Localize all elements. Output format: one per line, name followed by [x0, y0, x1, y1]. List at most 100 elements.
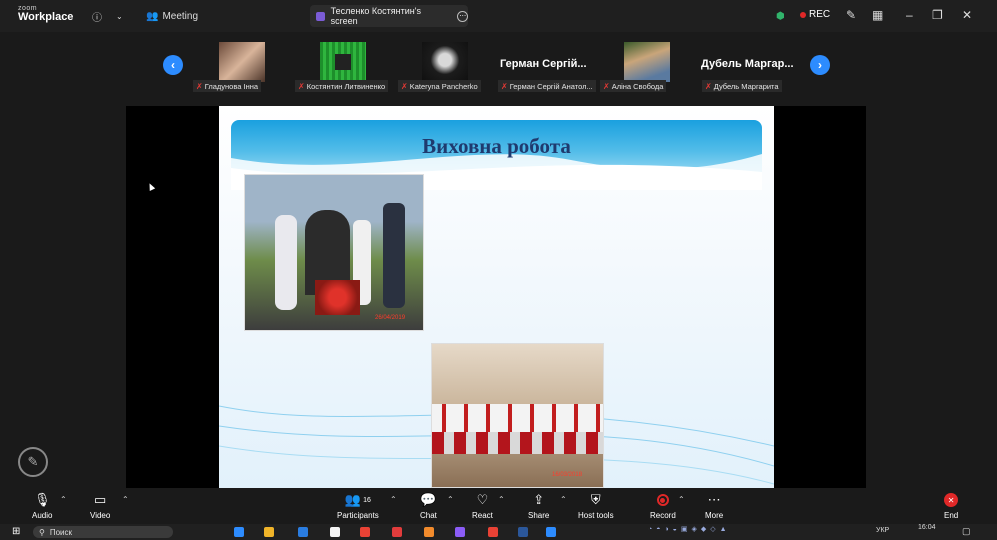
taskbar-app-icon[interactable]: [298, 527, 308, 537]
participant-video[interactable]: [219, 42, 265, 82]
chat-icon: 💬: [420, 492, 437, 507]
meeting-toolbar: 🎙 Audio ⌃ ▭ Video ⌃ 👥 16 Participants ⌃ 💬…: [0, 488, 997, 524]
slide-title: Виховна робота: [422, 134, 571, 158]
minimize-icon[interactable]: –: [906, 8, 913, 22]
chevron-up-icon[interactable]: ⌃: [390, 495, 397, 504]
os-taskbar: ⊞ ⚲ Поиск ◔◓◑◒▣◈◆◇▲ УКР 16:04 ▢: [0, 524, 997, 540]
video-button[interactable]: ▭ Video: [90, 492, 110, 520]
more-button[interactable]: ⋯ More: [705, 492, 723, 520]
mic-muted-icon: ✗: [298, 81, 305, 91]
participants-icon: 👥: [146, 10, 159, 22]
annotate-button[interactable]: ✎: [18, 447, 48, 477]
participant-name-tile[interactable]: Дубель Маргар...: [701, 58, 794, 70]
end-call-icon: ✕: [944, 492, 959, 508]
share-label: Share: [528, 511, 550, 520]
mic-muted-icon: ✗: [196, 81, 203, 91]
audio-label: Audio: [32, 511, 53, 520]
end-label: End: [944, 511, 959, 520]
mic-muted-icon: ✗: [705, 81, 712, 91]
memorial-photo: 26/04/2019: [244, 174, 424, 331]
host-tools-label: Host tools: [578, 511, 614, 520]
share-button[interactable]: ⇪ Share: [528, 492, 549, 520]
mic-muted-icon: 🎙: [33, 492, 51, 507]
search-icon: ⚲: [39, 527, 45, 537]
share-screen-icon: ⇪: [533, 492, 545, 507]
record-icon: [656, 492, 669, 508]
record-label: Record: [650, 511, 676, 520]
windows-start-icon[interactable]: ⊞: [12, 526, 20, 537]
photo-date-stamp: 16/03/2018: [552, 472, 583, 478]
participant-video[interactable]: [320, 42, 366, 82]
title-bar: zoom Workplace ⓘ ⌄ 👥 Meeting Тесленко Ко…: [0, 0, 997, 32]
taskbar-app-icon[interactable]: [518, 527, 528, 537]
system-tray-icons[interactable]: ◔◓◑◒▣◈◆◇▲: [648, 525, 731, 533]
previous-page-button[interactable]: ‹: [163, 55, 183, 75]
taskbar-app-icon[interactable]: [424, 527, 434, 537]
presentation-slide: Виховна робота 26/04/2019 16/03/2018: [219, 106, 774, 488]
heart-icon: ♡: [476, 492, 489, 507]
react-button[interactable]: ♡ React: [472, 492, 493, 520]
taskbar-app-icon[interactable]: [392, 527, 402, 537]
share-tab-icon: [316, 11, 325, 21]
host-tools-button[interactable]: ⛨ Host tools: [578, 492, 614, 520]
folder-icon[interactable]: [264, 527, 274, 537]
chevron-down-icon: ⌄: [116, 11, 123, 21]
chevron-up-icon[interactable]: ⌃: [498, 495, 505, 504]
taskbar-app-icon[interactable]: [234, 527, 244, 537]
taskbar-app-icon[interactable]: [360, 527, 370, 537]
screen-share-tab[interactable]: Тесленко Костянтин's screen ⋯: [310, 5, 469, 27]
record-dot-icon: [800, 11, 806, 18]
audio-button[interactable]: 🎙 Audio: [32, 492, 52, 520]
participants-count: 16: [363, 496, 371, 504]
shield-icon[interactable]: ⬢: [776, 8, 785, 24]
chevron-up-icon[interactable]: ⌃: [122, 495, 129, 504]
search-placeholder: Поиск: [49, 527, 73, 537]
taskbar-app-icon[interactable]: [330, 527, 340, 537]
video-label: Video: [90, 511, 111, 520]
participant-name: ✗ Костянтин Литвиненко: [295, 80, 389, 92]
chevron-right-icon: ›: [818, 58, 822, 72]
chat-button[interactable]: 💬 Chat: [420, 492, 437, 520]
participant-name: ✗ Аліна Свобода: [600, 80, 667, 92]
chevron-up-icon[interactable]: ⌃: [560, 495, 567, 504]
meeting-label: Meeting: [162, 10, 199, 22]
restore-icon[interactable]: ❐: [932, 8, 943, 22]
participant-name-tile[interactable]: Герман Сергій...: [500, 58, 587, 70]
clock[interactable]: 16:04: [918, 524, 936, 531]
record-button[interactable]: Record: [650, 492, 676, 520]
chevron-up-icon[interactable]: ⌃: [447, 495, 454, 504]
taskbar-app-icon[interactable]: [488, 527, 498, 537]
zoom-logo: zoom Workplace: [18, 5, 73, 23]
end-button[interactable]: ✕ End: [944, 492, 958, 520]
language-indicator[interactable]: УКР: [876, 527, 889, 534]
clapper-icon[interactable]: ▦: [872, 8, 883, 22]
zoom-taskbar-icon[interactable]: [546, 527, 556, 537]
close-icon[interactable]: ✕: [962, 8, 972, 22]
meeting-menu[interactable]: 👥 Meeting: [146, 8, 198, 24]
chevron-up-icon[interactable]: ⌃: [60, 495, 67, 504]
recording-indicator[interactable]: REC: [800, 9, 830, 20]
notification-icon[interactable]: ▢: [962, 526, 971, 537]
info-icon: ⓘ: [92, 12, 102, 24]
next-page-button[interactable]: ›: [810, 55, 830, 75]
dance-photo: 16/03/2018: [431, 343, 604, 488]
shield-icon: ⛨: [590, 492, 601, 507]
more-label: More: [705, 511, 724, 520]
taskbar-search[interactable]: ⚲ Поиск: [33, 526, 173, 538]
pencil-icon: ✎: [27, 454, 39, 469]
participant-name: ✗ Kateryna Pancherko: [398, 80, 481, 92]
mic-muted-icon: ✗: [603, 81, 610, 91]
brand-large: Workplace: [18, 11, 74, 23]
participants-icon: 👥 16: [344, 492, 371, 507]
participants-label: Participants: [337, 511, 379, 520]
chevron-left-icon: ‹: [171, 58, 175, 72]
participant-name: ✗ Герман Сергій Анатол...: [498, 80, 596, 92]
annotate-icon[interactable]: ✎: [846, 8, 856, 22]
taskbar-app-icon[interactable]: [455, 527, 465, 537]
chevron-up-icon[interactable]: ⌃: [678, 495, 685, 504]
more-options-icon[interactable]: ⋯: [457, 10, 469, 22]
info-button[interactable]: ⓘ ⌄: [92, 8, 123, 24]
participant-video[interactable]: [422, 42, 468, 82]
participants-button[interactable]: 👥 16 Participants: [337, 492, 379, 520]
participant-video[interactable]: [624, 42, 670, 82]
